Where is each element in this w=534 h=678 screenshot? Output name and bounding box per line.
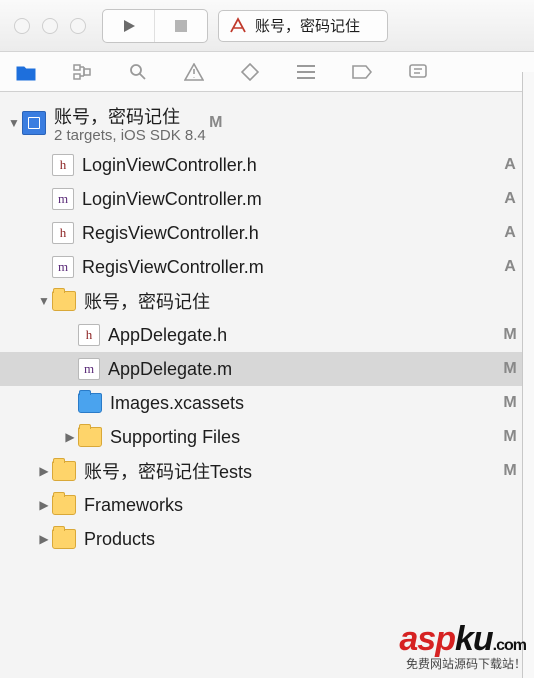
scm-badge: M — [500, 326, 520, 344]
file-name: Frameworks — [84, 495, 500, 516]
file-name: Supporting Files — [110, 427, 500, 448]
minimize-window-button[interactable] — [42, 18, 58, 34]
tree-row[interactable]: ▼ 账号，密码记住 — [0, 284, 534, 318]
scm-badge: M — [206, 114, 226, 132]
issue-navigator-tab[interactable] — [182, 60, 206, 84]
folder-icon — [78, 427, 102, 447]
file-name: LoginViewController.m — [82, 189, 500, 210]
file-name: 账号，密码记住Tests — [84, 458, 500, 484]
file-name: AppDelegate.h — [108, 325, 500, 346]
tree-row[interactable]: h LoginViewController.hA — [0, 148, 534, 182]
find-navigator-tab[interactable] — [126, 60, 150, 84]
folder-icon — [52, 461, 76, 481]
run-stop-group — [102, 9, 208, 43]
zoom-window-button[interactable] — [70, 18, 86, 34]
file-name: LoginViewController.h — [82, 155, 500, 176]
tree-row[interactable]: ▶ Supporting FilesM — [0, 420, 534, 454]
test-navigator-tab[interactable] — [238, 60, 262, 84]
tree-row[interactable]: h AppDelegate.hM — [0, 318, 534, 352]
folder-icon — [52, 291, 76, 311]
h-file-icon: h — [78, 324, 100, 346]
scheme-selector[interactable]: 账号，密码记住 — [218, 10, 388, 42]
window-toolbar: 账号，密码记住 — [0, 0, 534, 52]
scm-badge: M — [500, 462, 520, 480]
project-subtitle: 2 targets, iOS SDK 8.4 — [54, 127, 206, 144]
app-icon — [229, 17, 247, 35]
file-name: AppDelegate.m — [108, 359, 500, 380]
disclosure-triangle[interactable]: ▶ — [36, 464, 52, 478]
symbol-navigator-tab[interactable] — [70, 60, 94, 84]
scm-badge: A — [500, 224, 520, 242]
m-file-icon: m — [78, 358, 100, 380]
tree-row[interactable]: ▶ 账号，密码记住TestsM — [0, 454, 534, 488]
scm-badge: A — [500, 190, 520, 208]
project-navigator: ▼ 账号，密码记住 2 targets, iOS SDK 8.4 M h Logi… — [0, 92, 534, 556]
file-name: RegisViewController.m — [82, 257, 500, 278]
debug-navigator-tab[interactable] — [294, 60, 318, 84]
scm-badge: M — [500, 360, 520, 378]
breakpoint-navigator-tab[interactable] — [350, 60, 374, 84]
scm-badge: M — [500, 428, 520, 446]
scm-badge: M — [500, 394, 520, 412]
disclosure-triangle[interactable]: ▶ — [62, 430, 78, 444]
m-file-icon: m — [52, 188, 74, 210]
tree-row[interactable]: m RegisViewController.mA — [0, 250, 534, 284]
scm-badge: A — [500, 258, 520, 276]
project-navigator-tab[interactable] — [14, 60, 38, 84]
folder-icon — [52, 529, 76, 549]
tree-row[interactable]: Images.xcassetsM — [0, 386, 534, 420]
project-root[interactable]: ▼ 账号，密码记住 2 targets, iOS SDK 8.4 M — [0, 98, 534, 148]
disclosure-triangle[interactable]: ▶ — [36, 532, 52, 546]
navigator-tab-bar — [0, 52, 534, 92]
folder-icon — [52, 495, 76, 515]
h-file-icon: h — [52, 154, 74, 176]
file-name: Products — [84, 529, 500, 550]
m-file-icon: m — [52, 256, 74, 278]
file-name: RegisViewController.h — [82, 223, 500, 244]
tree-row[interactable]: h RegisViewController.hA — [0, 216, 534, 250]
watermark: aspku.com 免费网站源码下载站！ — [399, 620, 526, 672]
tree-row[interactable]: m LoginViewController.mA — [0, 182, 534, 216]
file-name: Images.xcassets — [110, 393, 500, 414]
window-controls — [8, 18, 92, 34]
disclosure-triangle[interactable]: ▶ — [36, 498, 52, 512]
close-window-button[interactable] — [14, 18, 30, 34]
tree-row[interactable]: ▶ Products — [0, 522, 534, 556]
report-navigator-tab[interactable] — [406, 60, 430, 84]
stop-button[interactable] — [155, 10, 207, 42]
xcode-project-icon — [22, 111, 46, 135]
scheme-name: 账号，密码记住 — [255, 15, 360, 36]
h-file-icon: h — [52, 222, 74, 244]
file-name: 账号，密码记住 — [84, 288, 500, 314]
run-button[interactable] — [103, 10, 155, 42]
editor-divider[interactable] — [522, 72, 534, 678]
tree-row[interactable]: ▶ Frameworks — [0, 488, 534, 522]
disclosure-triangle[interactable]: ▼ — [36, 294, 52, 308]
project-name: 账号，密码记住 — [54, 103, 206, 129]
tree-row[interactable]: m AppDelegate.mM — [0, 352, 534, 386]
disclosure-triangle[interactable]: ▼ — [6, 116, 22, 130]
assets-folder-icon — [78, 393, 102, 413]
scm-badge: A — [500, 156, 520, 174]
